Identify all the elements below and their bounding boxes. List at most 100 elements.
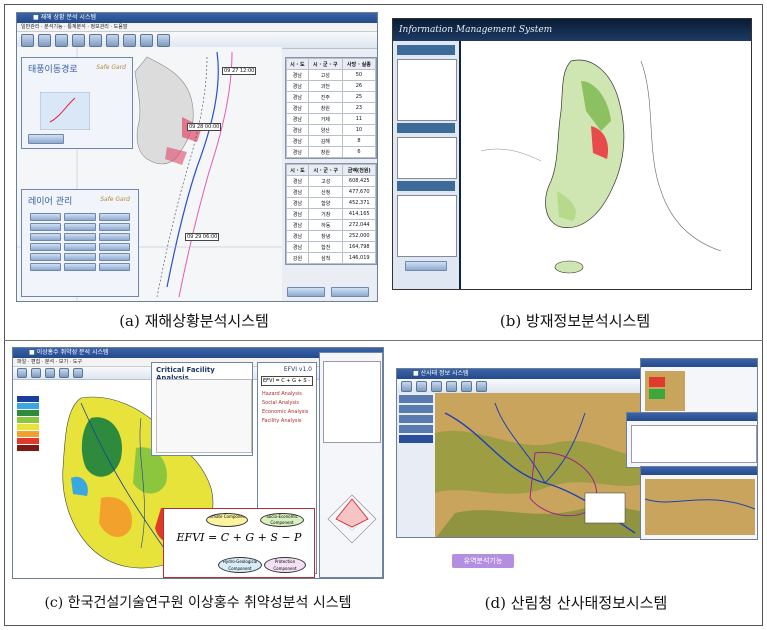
layer-button[interactable] bbox=[64, 253, 96, 261]
layer-button[interactable] bbox=[64, 243, 96, 251]
sidebar-item[interactable] bbox=[399, 395, 433, 403]
toolbar-button[interactable] bbox=[38, 33, 51, 47]
toolbar-button[interactable] bbox=[55, 33, 68, 47]
result-thumbnail bbox=[645, 371, 685, 411]
sidebar-button[interactable] bbox=[405, 261, 447, 271]
panel-b-screenshot: Information Management System bbox=[392, 18, 752, 290]
table-action-button[interactable] bbox=[331, 287, 369, 297]
disaster-analysis-window: ■ 재해 상황 분석 시스템 일반관리 · 분석기능 · 통계분석 · 정보관리… bbox=[16, 12, 378, 302]
table-row[interactable]: 경남 창원 6 bbox=[286, 146, 377, 158]
toolbar-button[interactable] bbox=[45, 368, 55, 378]
caption-c: (c) 한국건설기술연구원 이상홍수 취약성분석 시스템 bbox=[44, 595, 352, 611]
table-cell: 10 bbox=[341, 124, 377, 136]
toolbar-button[interactable] bbox=[401, 380, 412, 392]
sidebar-list[interactable] bbox=[397, 59, 457, 121]
table-row[interactable]: 경남 함양 452,371 bbox=[286, 197, 376, 209]
toolbar-button[interactable] bbox=[123, 33, 136, 47]
table-row[interactable]: 경남 창녕 252,000 bbox=[286, 230, 376, 242]
sidebar-item[interactable] bbox=[399, 435, 433, 443]
table-cell: 경남 bbox=[286, 135, 309, 147]
toolbar-button[interactable] bbox=[140, 33, 153, 47]
layer-button[interactable] bbox=[30, 213, 62, 221]
table-cell: 거창 bbox=[307, 208, 344, 220]
table-row[interactable]: 경남 과천 26 bbox=[286, 80, 377, 92]
sidebar-item[interactable] bbox=[399, 425, 433, 433]
landslide-main-window: ■ 산사태 정보 시스템 bbox=[396, 368, 646, 538]
layer-button[interactable] bbox=[98, 263, 130, 271]
table-row[interactable]: 경남 김해 8 bbox=[286, 135, 377, 147]
table-row[interactable]: 경남 고성 50 bbox=[286, 69, 377, 81]
toolbar bbox=[397, 379, 645, 394]
analysis-item[interactable]: Hazard Analysis bbox=[262, 390, 312, 399]
efvi-main-window: ■ 이상홍수 취약성 분석 시스템 파일 · 편집 · 분석 · 보기 · 도구 bbox=[12, 347, 384, 579]
typhoon-thumbnail bbox=[40, 92, 90, 130]
toolbar-button[interactable] bbox=[106, 33, 119, 47]
facility-list[interactable] bbox=[156, 379, 252, 453]
toolbar-button[interactable] bbox=[59, 368, 69, 378]
typhoon-window-button[interactable] bbox=[28, 134, 64, 144]
column-header: 시 · 군 · 구 bbox=[307, 164, 344, 176]
layer-button[interactable] bbox=[98, 253, 130, 261]
toolbar-button[interactable] bbox=[416, 380, 427, 392]
analysis-item[interactable]: Social Analysis bbox=[262, 399, 312, 408]
sidebar-item[interactable] bbox=[399, 405, 433, 413]
sidebar-item[interactable] bbox=[399, 415, 433, 423]
sidebar-list[interactable] bbox=[397, 137, 457, 179]
layer-button[interactable] bbox=[30, 263, 62, 271]
layer-button[interactable] bbox=[30, 243, 62, 251]
landslide-sidebar bbox=[397, 393, 435, 537]
legend-swatch bbox=[17, 396, 39, 402]
table-row[interactable]: 경남 고성 608,425 bbox=[286, 175, 376, 187]
column-header: 사망 · 실종 bbox=[341, 58, 377, 70]
layer-button[interactable] bbox=[98, 233, 130, 241]
caption-d: (d) 산림청 산사태정보시스템 bbox=[484, 594, 668, 612]
layer-button[interactable] bbox=[30, 223, 62, 231]
layer-management-window: 레이어 관리 Safe Gard bbox=[21, 189, 139, 297]
toolbar-button[interactable] bbox=[461, 380, 472, 392]
analysis-item[interactable]: Economic Analysis bbox=[262, 408, 312, 417]
ims-header: Information Management System bbox=[393, 19, 751, 41]
table-cell: 창원 bbox=[307, 102, 343, 114]
layer-button[interactable] bbox=[98, 213, 130, 221]
toolbar-button[interactable] bbox=[431, 380, 442, 392]
layer-row bbox=[26, 212, 134, 222]
table-row[interactable]: 경남 창원 23 bbox=[286, 102, 377, 114]
layer-button[interactable] bbox=[64, 263, 96, 271]
toolbar-button[interactable] bbox=[72, 33, 85, 47]
layer-button[interactable] bbox=[98, 243, 130, 251]
layer-button[interactable] bbox=[98, 223, 130, 231]
toolbar-button[interactable] bbox=[446, 380, 457, 392]
table-cell: 경남 bbox=[286, 80, 309, 92]
table-row[interactable]: 경남 합천 164,798 bbox=[286, 241, 376, 253]
toolbar-button[interactable] bbox=[31, 368, 41, 378]
layer-button[interactable] bbox=[30, 253, 62, 261]
table-row[interactable]: 경남 거제 11 bbox=[286, 113, 377, 125]
toolbar-button[interactable] bbox=[157, 33, 170, 47]
table-row[interactable]: 경남 거창 414,165 bbox=[286, 208, 376, 220]
layer-button[interactable] bbox=[64, 233, 96, 241]
damage-amount-table: 시 · 도 시 · 군 · 구 금액(천원) 경남 고성 608,425 경남 산청 4… bbox=[285, 163, 377, 265]
toolbar-button[interactable] bbox=[476, 380, 487, 392]
table-cell: 경남 bbox=[286, 175, 309, 187]
result-list[interactable] bbox=[323, 361, 381, 443]
layer-button[interactable] bbox=[64, 223, 96, 231]
toolbar-button[interactable] bbox=[89, 33, 102, 47]
watershed-analysis-button[interactable]: 유역분석기능 bbox=[452, 554, 514, 568]
table-row[interactable]: 강원 삼척 146,019 bbox=[286, 252, 376, 264]
table-row[interactable]: 경남 하동 272,044 bbox=[286, 219, 376, 231]
table-row[interactable]: 경남 진주 25 bbox=[286, 91, 377, 103]
layer-row bbox=[26, 232, 134, 242]
layer-button[interactable] bbox=[30, 233, 62, 241]
window-titlebar: ■ 산사태 정보 시스템 bbox=[397, 369, 645, 379]
toolbar-button[interactable] bbox=[17, 368, 27, 378]
table-row[interactable]: 경남 산청 477,670 bbox=[286, 186, 376, 198]
table-row[interactable]: 경남 양산 10 bbox=[286, 124, 377, 136]
critical-facility-dialog: Critical Facility Analysis bbox=[151, 362, 253, 456]
table-action-button[interactable] bbox=[287, 287, 325, 297]
window-titlebar: ■ 재해 상황 분석 시스템 bbox=[17, 13, 377, 23]
toolbar-button[interactable] bbox=[21, 33, 34, 47]
toolbar-button[interactable] bbox=[73, 368, 83, 378]
layer-button[interactable] bbox=[64, 213, 96, 221]
sidebar-list[interactable] bbox=[397, 195, 457, 257]
analysis-item[interactable]: Facility Analysis bbox=[262, 417, 312, 426]
